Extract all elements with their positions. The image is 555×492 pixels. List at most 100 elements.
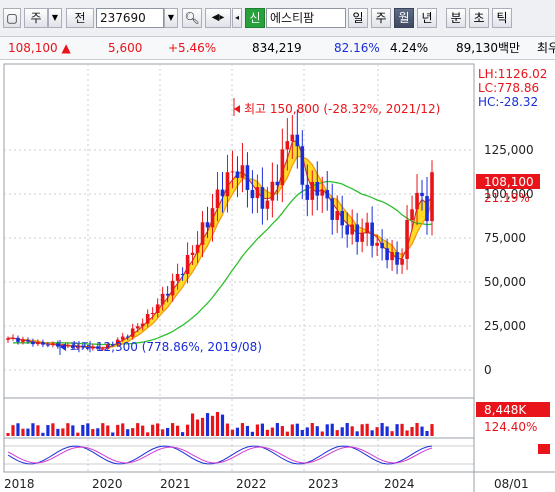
second-button[interactable]: 초 <box>469 8 489 28</box>
period-week-button[interactable]: 주 <box>371 8 391 28</box>
price-tick-label: 125,000 <box>484 143 534 157</box>
code-dropdown-icon[interactable]: ▼ <box>164 8 178 28</box>
period-month-button[interactable]: 월 <box>394 8 414 28</box>
volume-bar <box>215 411 220 436</box>
volume-bar <box>295 423 299 436</box>
candle <box>300 146 305 185</box>
volume-bar <box>26 428 30 436</box>
volume-bar <box>320 431 324 436</box>
price-tick-label: 25,000 <box>484 319 526 333</box>
candle <box>175 273 180 281</box>
volume-bar <box>280 426 284 436</box>
candle <box>265 200 270 209</box>
candle <box>195 244 200 253</box>
market-dropdown-icon[interactable]: ▼ <box>48 8 62 28</box>
volume-bar <box>121 423 125 436</box>
volume-bar <box>205 413 210 436</box>
volume-bar <box>190 413 195 436</box>
candle <box>390 252 394 261</box>
volume-bar <box>200 417 205 436</box>
candle <box>160 293 165 305</box>
stock-code-input[interactable]: 237690 <box>96 8 164 28</box>
candle <box>140 323 145 327</box>
candle <box>370 222 374 246</box>
market-select[interactable]: 주 <box>24 8 48 28</box>
candle <box>325 190 330 199</box>
candle <box>180 273 185 275</box>
volume-pct: 124.40% <box>484 420 537 434</box>
candle <box>365 222 369 234</box>
oscillator-tag <box>538 444 550 454</box>
price-value: 108,100 <box>8 41 58 55</box>
tick-button[interactable]: 틱 <box>492 8 512 28</box>
search-icon[interactable]: 🔍︎ <box>182 8 202 28</box>
volume-bar <box>16 423 20 436</box>
turnover-rate: 4.24% <box>390 41 429 55</box>
candle <box>280 149 285 186</box>
code-type-button[interactable]: 전 <box>66 8 94 28</box>
candle <box>350 224 354 235</box>
volume-bar <box>116 424 120 436</box>
candle <box>205 222 210 228</box>
market-label: 주 <box>30 11 42 25</box>
volume-bar <box>195 419 200 436</box>
volume-bar <box>21 428 25 436</box>
up-arrow-icon: ▲ <box>61 41 71 55</box>
candle <box>270 181 275 201</box>
volume-bar <box>161 429 165 436</box>
minute-button[interactable]: 분 <box>446 8 466 28</box>
info-lc: LC:778.86 <box>478 81 539 95</box>
candle <box>355 224 359 242</box>
current-price: 108,100 ▲ <box>8 40 71 56</box>
candle <box>155 304 160 313</box>
volume-bar <box>285 431 289 436</box>
stock-name-field: 에스티팜 <box>266 8 346 28</box>
speaker-icon[interactable]: ◀▸ <box>205 8 231 28</box>
candle <box>16 337 20 342</box>
layout-icon[interactable]: ▢ <box>3 8 21 28</box>
candle <box>395 252 399 265</box>
period-day-button[interactable]: 일 <box>348 8 368 28</box>
candle <box>360 233 364 242</box>
volume-bar <box>395 424 399 436</box>
volume-bar <box>56 428 60 436</box>
volume-ratio: 82.16% <box>334 41 380 55</box>
candle <box>56 343 60 347</box>
volume-bar <box>225 423 230 436</box>
candle <box>285 141 290 150</box>
candle <box>380 242 384 249</box>
volume-bar <box>255 424 260 436</box>
volume-bar <box>36 425 40 436</box>
volume-bar <box>380 423 384 436</box>
candle <box>200 222 205 245</box>
volume-bar <box>220 414 225 436</box>
x-label-2018: 2018 <box>4 477 35 491</box>
volume-bar <box>171 423 175 436</box>
period-year-button[interactable]: 년 <box>417 8 437 28</box>
candle <box>145 314 150 324</box>
code-type-label: 전 <box>74 11 86 25</box>
x-label-2021: 2021 <box>160 477 191 491</box>
high-annotation-text: 최고 150,800 (-28.32%, 2021/12) <box>244 102 440 116</box>
volume-bar <box>365 423 369 436</box>
volume-bar <box>210 415 215 436</box>
candle <box>330 198 335 220</box>
price-tick-label: 50,000 <box>484 275 526 289</box>
volume-bar <box>141 425 145 436</box>
volume-bar <box>96 428 100 436</box>
candle <box>220 189 225 197</box>
volume-bar <box>375 427 379 436</box>
expand-icon[interactable]: ◂ <box>232 8 242 28</box>
volume-bar <box>81 424 85 436</box>
cutoff-label: 최우 <box>537 41 555 55</box>
volume-bar <box>66 423 70 436</box>
volume-bar <box>325 424 329 436</box>
change-rate: +5.46% <box>168 41 217 55</box>
chart-area: 125,000100,00075,00050,00025,0000 최고 150… <box>3 63 555 492</box>
price-tick-label: 0 <box>484 363 492 377</box>
candle <box>340 210 345 226</box>
volume-bar <box>146 432 150 436</box>
volume-bar <box>430 424 434 436</box>
change-value: 5,600 <box>108 41 143 55</box>
candle <box>405 220 409 259</box>
